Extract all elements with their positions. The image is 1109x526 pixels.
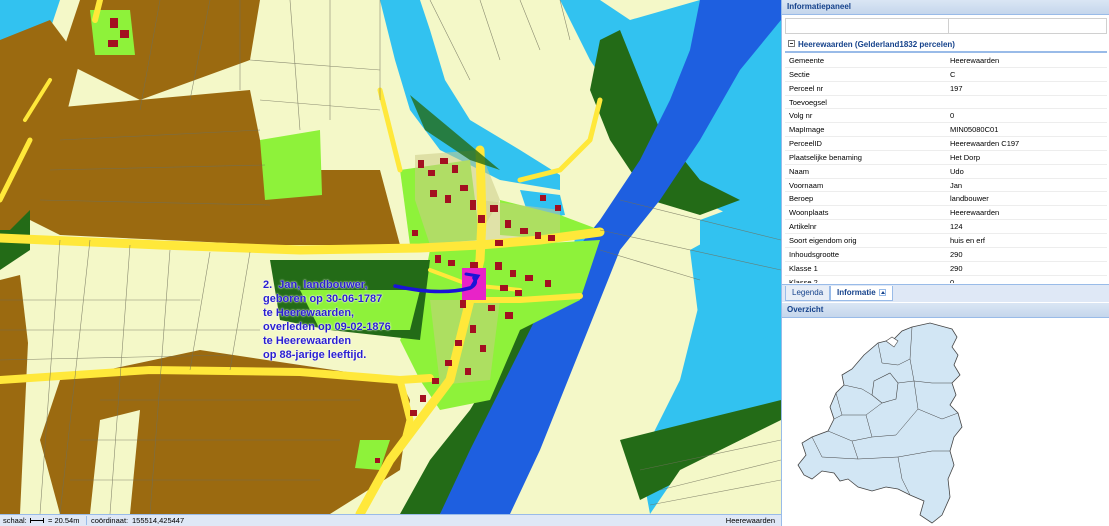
tab-legenda[interactable]: Legenda (785, 286, 831, 301)
property-row: Artikelnr 124 (785, 220, 1107, 234)
scale-value: = 20.54m (48, 516, 80, 525)
coordinate-label: coördinaat: (91, 516, 129, 525)
info-panel-title: Informatiepaneel (782, 0, 1109, 15)
overview-panel: Overzicht (782, 303, 1109, 526)
overview-panel-title: Overzicht (782, 303, 1109, 318)
property-row: Plaatselijke benaming Het Dorp (785, 151, 1107, 165)
overview-map[interactable] (782, 319, 1109, 526)
parcel-group-header[interactable]: Heerewaarden (Gelderland1832 percelen) (785, 38, 1107, 53)
scale-bar-icon (30, 518, 44, 523)
property-row: Soort eigendom orig huis en erf (785, 234, 1107, 248)
info-tab-bar: Legenda Informatie (782, 284, 1109, 302)
property-row: PerceelID Heerewaarden C197 (785, 137, 1107, 151)
status-bar: schaal: = 20.54m coördinaat: 155514,4254… (0, 514, 781, 526)
info-panel: Informatiepaneel Heerewaarden (Gelderlan… (782, 0, 1109, 302)
property-row: Toevoegsel (785, 96, 1107, 110)
grass-parcel (300, 290, 420, 330)
empty-grid-header (785, 18, 1107, 34)
property-row: MapImage MIN05080C01 (785, 123, 1107, 138)
property-row: Naam Udo (785, 165, 1107, 179)
property-row: Sectie C (785, 68, 1107, 82)
side-panel: Informatiepaneel Heerewaarden (Gelderlan… (781, 0, 1109, 526)
property-row: Klasse 1 290 (785, 262, 1107, 276)
coordinate-value: 155514,425447 (132, 516, 185, 525)
property-row: Perceel nr 197 (785, 82, 1107, 96)
property-row: Woonplaats Heerewaarden (785, 206, 1107, 221)
property-row: Gemeente Heerewaarden (785, 54, 1107, 68)
parcel-group-title: Heerewaarden (Gelderland1832 percelen) (798, 40, 955, 49)
collapse-icon[interactable] (788, 40, 795, 47)
grass-parcel (260, 130, 322, 200)
tab-collapse-icon[interactable] (878, 289, 886, 296)
property-row: Volg nr 0 (785, 109, 1107, 124)
cadastral-map[interactable] (0, 0, 781, 514)
scale-label: schaal: (3, 516, 27, 525)
property-row: Inhoudsgrootte 290 (785, 248, 1107, 262)
property-row: Voornaam Jan (785, 179, 1107, 193)
property-row: Beroep landbouwer (785, 192, 1107, 207)
property-row: Klasse 20 (785, 276, 1107, 284)
map-view[interactable]: 2. Jan, landbouwer, geboren op 30-06-178… (0, 0, 781, 514)
tab-informatie[interactable]: Informatie (830, 286, 893, 301)
property-grid[interactable]: Gemeente Heerewaarden Sectie C Perceel nr 1… (785, 54, 1107, 283)
location-name: Heerewaarden (725, 516, 775, 525)
